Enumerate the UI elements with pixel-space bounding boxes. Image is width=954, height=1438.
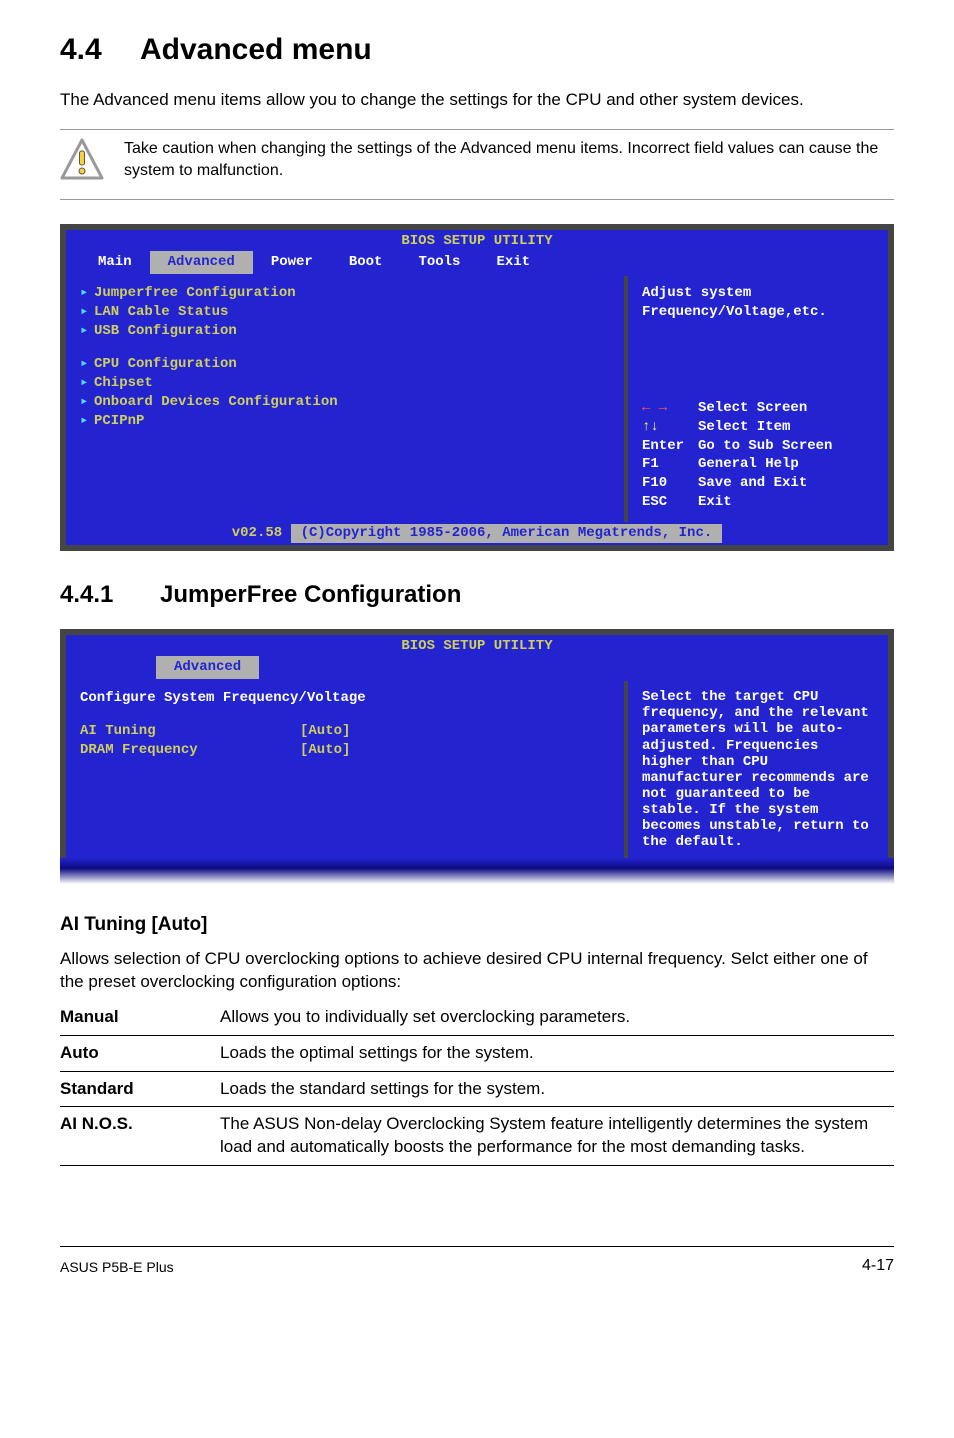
option-description: Allows selection of CPU overclocking opt… xyxy=(60,948,894,994)
bios-header: BIOS SETUP UTILITY xyxy=(66,635,888,656)
table-row: AI N.O.S.The ASUS Non-delay Overclocking… xyxy=(60,1107,894,1166)
config-row: AI Tuning [Auto] xyxy=(80,722,610,741)
lead-paragraph: The Advanced menu items allow you to cha… xyxy=(60,89,894,112)
submenu-arrow-icon: ▸ xyxy=(80,284,94,303)
bios-item: PCIPnP xyxy=(94,413,144,429)
title-text: Advanced menu xyxy=(140,33,372,66)
key-help: Go to Sub Screen xyxy=(698,438,832,454)
key-help: Select Item xyxy=(698,419,790,435)
submenu-arrow-icon: ▸ xyxy=(80,355,94,374)
bios-item: CPU Configuration xyxy=(94,356,237,372)
bios-right-panel: Adjust system Frequency/Voltage,etc. ← →… xyxy=(628,276,888,522)
bios-help-text: Select the target CPU frequency, and the… xyxy=(642,689,874,850)
page-footer: ASUS P5B-E Plus 4-17 xyxy=(60,1246,894,1277)
table-row: StandardLoads the standard settings for … xyxy=(60,1071,894,1107)
bios-copyright: (C)Copyright 1985-2006, American Megatre… xyxy=(291,524,723,543)
submenu-arrow-icon: ▸ xyxy=(80,393,94,412)
bios-header: BIOS SETUP UTILITY xyxy=(66,230,888,251)
option-key: Auto xyxy=(60,1035,220,1071)
arrow-ud-icon: ↑↓ xyxy=(642,418,698,437)
bios-tab-advanced: Advanced xyxy=(150,251,253,274)
bios-key-help: ← →Select Screen ↑↓Select Item EnterGo t… xyxy=(642,399,874,512)
bios-tab-exit: Exit xyxy=(478,251,548,274)
bios-item: Onboard Devices Configuration xyxy=(94,394,338,410)
option-value: Loads the standard settings for the syst… xyxy=(220,1071,894,1107)
config-value: [Auto] xyxy=(300,741,350,760)
option-key: Standard xyxy=(60,1071,220,1107)
key-help: General Help xyxy=(698,456,799,472)
bios-item: Chipset xyxy=(94,375,153,391)
table-row: AutoLoads the optimal settings for the s… xyxy=(60,1035,894,1071)
bios-help-text: Adjust system xyxy=(642,284,874,303)
key-label: F1 xyxy=(642,455,698,474)
submenu-arrow-icon: ▸ xyxy=(80,374,94,393)
warning-icon xyxy=(60,138,104,189)
page-title: 4.4Advanced menu xyxy=(60,30,894,71)
submenu-arrow-icon: ▸ xyxy=(80,322,94,341)
bios-right-panel: Select the target CPU frequency, and the… xyxy=(628,681,888,858)
bios-version: v02.58 xyxy=(232,525,282,541)
fade-cutoff xyxy=(60,858,894,884)
key-help: Select Screen xyxy=(698,400,807,416)
section-heading: 4.4.1JumperFree Configuration xyxy=(60,579,894,611)
title-number: 4.4 xyxy=(60,30,140,71)
bios-footer: v02.58 (C)Copyright 1985-2006, American … xyxy=(66,522,888,545)
option-value: Allows you to individually set overclock… xyxy=(220,1000,894,1035)
bios-screenshot-advanced: BIOS SETUP UTILITY Main Advanced Power B… xyxy=(60,224,894,551)
key-label: F10 xyxy=(642,474,698,493)
table-row: ManualAllows you to individually set ove… xyxy=(60,1000,894,1035)
config-value: [Auto] xyxy=(300,722,350,741)
option-value: The ASUS Non-delay Overclocking System f… xyxy=(220,1107,894,1166)
warning-text: Take caution when changing the settings … xyxy=(124,138,894,181)
options-table: ManualAllows you to individually set ove… xyxy=(60,1000,894,1167)
bios-left-panel: Configure System Frequency/Voltage AI Tu… xyxy=(66,681,628,858)
option-heading: AI Tuning [Auto] xyxy=(60,912,894,938)
bios-help-text: Frequency/Voltage,etc. xyxy=(642,303,874,322)
key-label: Enter xyxy=(642,437,698,456)
config-row: DRAM Frequency [Auto] xyxy=(80,741,610,760)
footer-product: ASUS P5B-E Plus xyxy=(60,1258,174,1277)
bios-tab-bar: Main Advanced Power Boot Tools Exit xyxy=(66,251,888,276)
warning-box: Take caution when changing the settings … xyxy=(60,129,894,200)
key-help: Save and Exit xyxy=(698,475,807,491)
option-value: Loads the optimal settings for the syste… xyxy=(220,1035,894,1071)
bios-tab-power: Power xyxy=(253,251,331,274)
bios-item: Jumperfree Configuration xyxy=(94,285,296,301)
submenu-arrow-icon: ▸ xyxy=(80,412,94,431)
option-key: AI N.O.S. xyxy=(60,1107,220,1166)
section-number: 4.4.1 xyxy=(60,579,160,611)
bios-screenshot-jumperfree: BIOS SETUP UTILITY Advanced Configure Sy… xyxy=(60,629,894,884)
bios-tab-bar: Advanced xyxy=(66,656,888,681)
arrow-lr-icon: ← → xyxy=(642,399,698,418)
section-title: JumperFree Configuration xyxy=(160,581,461,608)
bios-tab-boot: Boot xyxy=(331,251,401,274)
config-label: AI Tuning xyxy=(80,722,300,741)
bios-tab-advanced: Advanced xyxy=(156,656,259,679)
key-label: ESC xyxy=(642,493,698,512)
footer-page-number: 4-17 xyxy=(862,1255,894,1277)
bios-tab-main: Main xyxy=(80,251,150,274)
config-label: DRAM Frequency xyxy=(80,741,300,760)
config-title: Configure System Frequency/Voltage xyxy=(80,689,610,708)
bios-tab-tools: Tools xyxy=(400,251,478,274)
submenu-arrow-icon: ▸ xyxy=(80,303,94,322)
bios-item: USB Configuration xyxy=(94,323,237,339)
option-key: Manual xyxy=(60,1000,220,1035)
bios-left-panel: ▸Jumperfree Configuration ▸LAN Cable Sta… xyxy=(66,276,628,522)
bios-item: LAN Cable Status xyxy=(94,304,228,320)
key-help: Exit xyxy=(698,494,732,510)
